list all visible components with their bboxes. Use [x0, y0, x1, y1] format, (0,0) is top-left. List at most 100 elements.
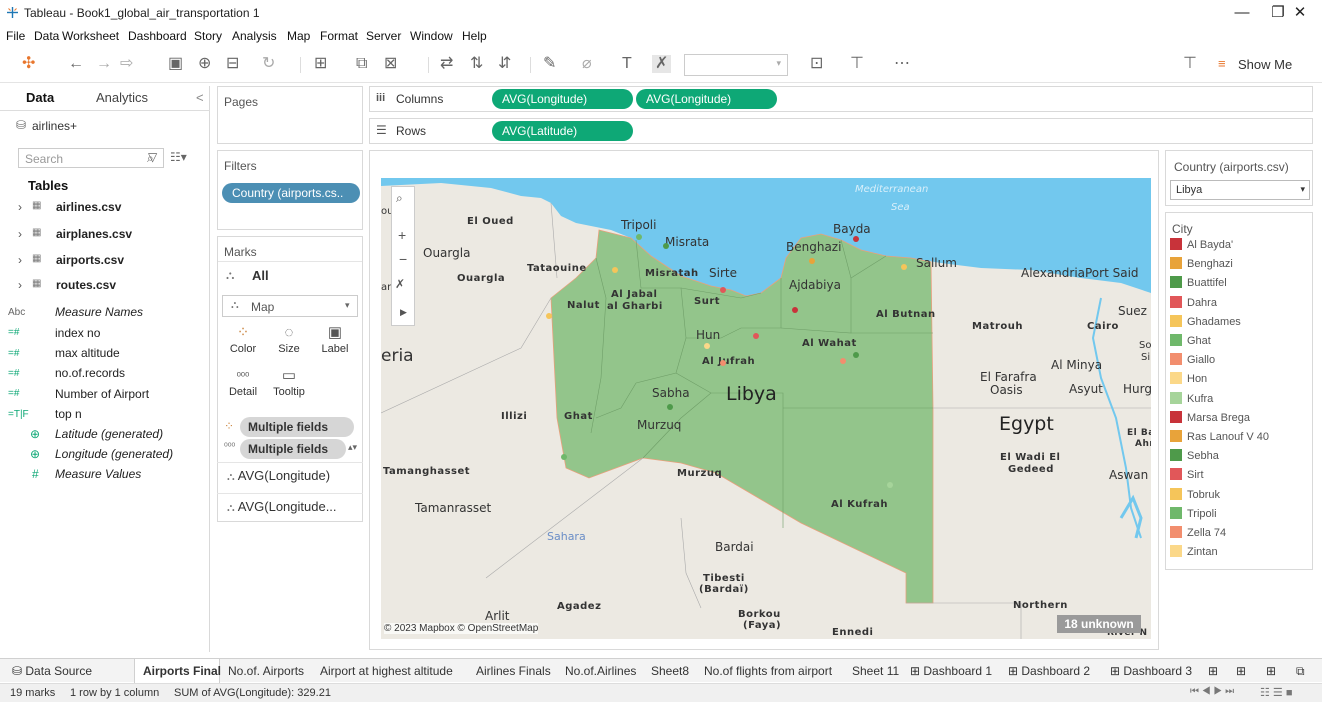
sheet-tab-highest-altitude[interactable]: Airport at highest altitude [320, 664, 453, 678]
marks-field-color[interactable]: ⁘ Multiple fields [222, 417, 354, 437]
legend-item[interactable]: Hon [1170, 372, 1207, 385]
map-canvas[interactable]: Mediterranean Sea ou El Oued Tripoli Mis… [381, 178, 1151, 639]
size-button[interactable]: ◌ Size [272, 323, 306, 363]
field-search-input[interactable]: Search ⌕ [18, 148, 164, 168]
zoom-out-icon[interactable]: − [399, 251, 407, 267]
airport-mark-giallo[interactable] [840, 358, 846, 364]
airport-mark-sirt[interactable] [720, 287, 726, 293]
airport-mark-marsa-brega[interactable] [792, 307, 798, 313]
rows-shelf[interactable]: ☰ Rows AVG(Latitude) [369, 118, 1313, 144]
zoom-in-icon[interactable]: + [398, 227, 406, 243]
map-attribution[interactable]: © 2023 Mapbox © OpenStreetMap [384, 623, 539, 634]
sort-asc-icon[interactable]: ⇅ [470, 55, 483, 73]
pages-shelf[interactable]: Pages [217, 86, 363, 144]
airport-mark-ghadames[interactable] [546, 313, 552, 319]
cursor-icon[interactable]: ⊤ [1183, 55, 1197, 73]
legend-item[interactable]: Zella 74 [1170, 526, 1226, 539]
new-worksheet-icon[interactable]: ⊞ [314, 55, 327, 73]
airport-mark-zella[interactable] [720, 360, 726, 366]
color-button[interactable]: ⁘ Color [226, 323, 260, 363]
mark-type-dropdown[interactable]: ⛬ Map ▾ [222, 295, 358, 317]
legend-item[interactable]: Ras Lanouf V 40 [1170, 430, 1269, 443]
show-labels-icon[interactable]: T [622, 55, 632, 73]
columns-shelf[interactable]: iii Columns AVG(Longitude) AVG(Longitude… [369, 86, 1313, 112]
show-me-button[interactable]: ≡ Show Me [1218, 56, 1318, 74]
scroll-arrow-icon[interactable]: ▴▾ [348, 442, 357, 453]
filter-fields-icon[interactable]: ▽ [148, 150, 157, 164]
menu-file[interactable]: File [6, 29, 25, 43]
legend-item[interactable]: Tripoli [1170, 506, 1217, 520]
airport-mark-ghadames-2[interactable] [612, 267, 618, 273]
new-sheet-icon[interactable]: ⊞ [1208, 664, 1218, 678]
menu-worksheet[interactable]: Worksheet [62, 29, 119, 43]
airport-mark-tobruk[interactable] [901, 264, 907, 270]
close-button[interactable]: ✕ [1280, 2, 1320, 24]
collapse-pane-icon[interactable]: < [196, 90, 204, 105]
new-story-icon[interactable]: ⧉ [1296, 664, 1305, 679]
airport-mark-tripoli[interactable] [636, 234, 642, 240]
swap-icon[interactable]: ⇄ [440, 55, 453, 73]
menu-help[interactable]: Help [462, 29, 487, 43]
menu-map[interactable]: Map [287, 29, 310, 43]
share-icon[interactable]: ⋯ [894, 55, 910, 73]
duplicate-icon[interactable]: ⧉ [356, 55, 367, 73]
legend-item[interactable]: Tobruk [1170, 487, 1220, 501]
fit-width-icon[interactable]: ⊡ [810, 55, 823, 73]
menu-window[interactable]: Window [410, 29, 453, 43]
highlight-icon[interactable]: ✎ [543, 55, 556, 73]
marks-layer-longitude-2[interactable]: ⛬ AVG(Longitude... [217, 493, 363, 520]
airport-mark-benghazi[interactable] [809, 258, 815, 264]
legend-item[interactable]: Benghazi [1170, 257, 1233, 270]
clear-map-icon[interactable]: ✗ [652, 55, 672, 73]
country-filter-dropdown[interactable]: Libya ▾ [1170, 180, 1310, 200]
sort-desc-icon[interactable]: ⇵ [498, 55, 511, 73]
tooltip-button[interactable]: ▭ Tooltip [272, 366, 306, 406]
sheet-tab-sheet11[interactable]: Sheet 11 [852, 664, 899, 678]
airport-mark-al-bayda[interactable] [853, 236, 859, 242]
sheet-tab-sheet8[interactable]: Sheet8 [651, 664, 689, 678]
legend-item[interactable]: Buattifel [1170, 276, 1227, 289]
menu-server[interactable]: Server [366, 29, 401, 43]
replay-icon[interactable]: ⇨ [120, 55, 133, 73]
presentation-icon[interactable]: ⊤ [850, 55, 864, 73]
legend-item[interactable]: Kufra [1170, 391, 1213, 405]
redo-icon[interactable]: → [96, 55, 112, 73]
legend-item[interactable]: Zintan [1170, 545, 1218, 558]
marks-layer-longitude-1[interactable]: ⛬ AVG(Longitude) [217, 462, 363, 489]
detail-button[interactable]: ᵒᵒᵒ Detail [226, 366, 260, 406]
save-icon[interactable]: ▣ [168, 55, 183, 73]
legend-item[interactable]: Ghadames [1170, 314, 1241, 328]
airport-mark-misrata[interactable] [663, 243, 669, 249]
marks-field-detail[interactable]: ᵒᵒᵒ Multiple fields ▴▾ [222, 439, 358, 459]
rows-pill-latitude[interactable]: AVG(Latitude) [492, 121, 633, 141]
menu-dashboard[interactable]: Dashboard [128, 29, 187, 43]
legend-item[interactable]: Sebha [1170, 449, 1219, 462]
legend-item[interactable]: Dahra [1170, 295, 1217, 309]
sheet-tab-dashboard-1[interactable]: ⊞ Dashboard 1 [910, 664, 992, 678]
legend-item[interactable]: Ghat [1170, 334, 1211, 347]
sheet-tab-dashboard-2[interactable]: ⊞ Dashboard 2 [1008, 664, 1090, 678]
legend-item[interactable]: Marsa Brega [1170, 410, 1250, 424]
airport-mark-ghat[interactable] [561, 454, 567, 460]
group-icon[interactable]: ⌀ [582, 55, 592, 73]
sheet-tab-airports-final[interactable]: Airports Final [134, 659, 221, 683]
filters-shelf[interactable]: Filters Country (airports.cs.. [217, 150, 363, 230]
expand-toolbar-icon[interactable]: ▶ [400, 307, 407, 318]
new-dashboard-icon[interactable]: ⊞ [1236, 664, 1246, 678]
map-search-icon[interactable]: ⌕ [396, 191, 403, 206]
new-dashboard-icon-2[interactable]: ⊞ [1266, 664, 1276, 678]
view-mode-icons[interactable]: ☷ ☰ ■ [1260, 686, 1292, 699]
menu-format[interactable]: Format [320, 29, 358, 43]
tableau-home-icon[interactable]: ✣ [22, 55, 35, 73]
refresh-icon[interactable]: ↻ [262, 55, 275, 73]
sheet-tab-no-of-airlines[interactable]: No.of.Airlines [565, 664, 636, 678]
airport-mark-sebha[interactable] [667, 404, 673, 410]
menu-story[interactable]: Story [194, 29, 222, 43]
menu-data[interactable]: Data [34, 29, 59, 43]
unknown-indicator[interactable]: 18 unknown [1057, 615, 1141, 633]
columns-pill-longitude-1[interactable]: AVG(Longitude) [492, 89, 633, 109]
airport-mark-hon[interactable] [704, 343, 710, 349]
sheet-tab-flights-from-airport[interactable]: No.of flights from airport [704, 664, 832, 678]
sheet-tab-airlines-finals[interactable]: Airlines Finals [476, 664, 551, 678]
undo-icon[interactable]: ← [68, 55, 84, 73]
